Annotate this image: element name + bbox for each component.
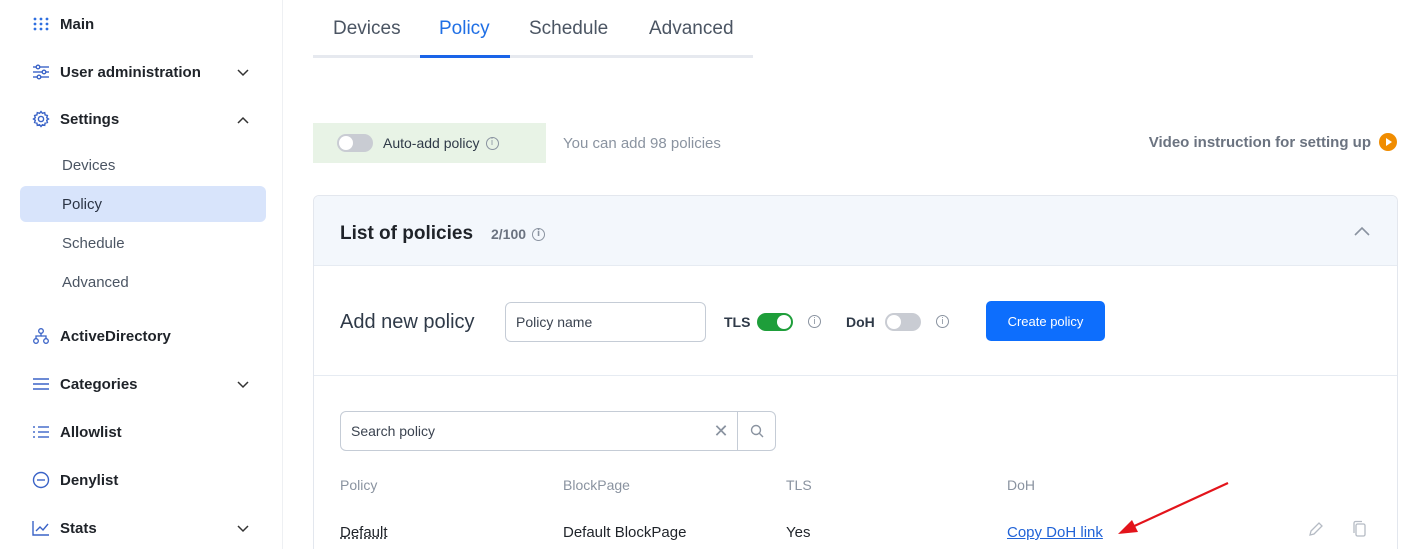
policies-card-header[interactable]: List of policies 2/100 i — [314, 196, 1397, 266]
sidebar-item-settings[interactable]: Settings — [32, 107, 119, 131]
policy-name-cell[interactable]: Default — [340, 524, 388, 541]
chevron-up-icon[interactable] — [236, 113, 250, 127]
sidebar-item-categories[interactable]: Categories — [32, 372, 138, 396]
info-icon[interactable]: i — [808, 315, 821, 328]
blockpage-cell: Default BlockPage — [563, 524, 687, 541]
menu-lines-icon — [32, 375, 50, 393]
policies-remaining-text: You can add 98 policies — [563, 135, 721, 152]
video-instruction-link[interactable]: Video instruction for setting up — [1149, 133, 1397, 151]
sidebar: Main User administration Settings Device… — [0, 0, 283, 549]
sliders-icon — [32, 63, 50, 81]
info-icon[interactable]: i — [936, 315, 949, 328]
policies-card: List of policies 2/100 i Add new policy … — [313, 195, 1398, 549]
sidebar-item-label: Categories — [60, 375, 138, 393]
auto-add-policy-toggle[interactable] — [337, 134, 373, 152]
policy-count: 2/100 i — [491, 226, 546, 242]
sidebar-subitem-schedule[interactable]: Schedule — [20, 225, 266, 261]
sidebar-item-user-administration[interactable]: User administration — [32, 60, 201, 84]
grid-dots-icon — [32, 15, 50, 33]
copy-icon[interactable] — [1350, 519, 1370, 539]
doh-toggle-wrap — [885, 313, 921, 331]
column-header-blockpage: BlockPage — [563, 477, 630, 493]
sidebar-item-stats[interactable]: Stats — [32, 516, 97, 540]
sidebar-item-label: Denylist — [60, 471, 119, 489]
sidebar-item-label: Allowlist — [60, 423, 122, 441]
chevron-down-icon[interactable] — [236, 378, 250, 392]
list-icon — [32, 423, 50, 441]
tls-cell: Yes — [786, 524, 811, 541]
search-input[interactable] — [341, 412, 711, 450]
active-tab-indicator — [420, 55, 510, 58]
tab-policy[interactable]: Policy — [439, 18, 490, 40]
policy-name-input[interactable] — [505, 302, 706, 342]
chevron-down-icon[interactable] — [236, 522, 250, 536]
search-button[interactable] — [737, 412, 775, 450]
tab-schedule[interactable]: Schedule — [529, 18, 608, 40]
sidebar-item-allowlist[interactable]: Allowlist — [32, 420, 122, 444]
search-icon — [750, 424, 763, 438]
sidebar-item-label: User administration — [60, 63, 201, 81]
policy-count-value: 2/100 — [491, 226, 527, 242]
chevron-up-icon[interactable] — [1353, 222, 1371, 240]
doh-toggle[interactable] — [885, 313, 921, 331]
sidebar-subitem-advanced[interactable]: Advanced — [20, 264, 266, 300]
sidebar-item-label: Settings — [60, 110, 120, 128]
hierarchy-icon — [32, 327, 50, 345]
tls-toggle[interactable] — [757, 313, 793, 331]
column-header-policy: Policy — [340, 477, 378, 493]
auto-add-policy-label: Auto-add policy — [383, 135, 480, 151]
gear-icon — [32, 110, 50, 128]
info-icon[interactable]: i — [485, 136, 499, 150]
edit-pencil-icon[interactable] — [1306, 519, 1326, 539]
info-icon[interactable]: i — [532, 227, 546, 241]
doh-label: DoH — [846, 314, 875, 330]
sidebar-item-label: Main — [60, 15, 95, 33]
auto-add-policy-panel: Auto-add policy i — [313, 123, 546, 163]
play-icon — [1379, 133, 1397, 151]
tabs-baseline — [313, 55, 753, 58]
sidebar-subitem-policy[interactable]: Policy — [20, 186, 266, 222]
sidebar-item-denylist[interactable]: Denylist — [32, 468, 118, 492]
close-icon[interactable]: ✕ — [711, 421, 731, 441]
minus-circle-icon — [32, 471, 50, 489]
create-policy-button[interactable]: Create policy — [986, 301, 1105, 341]
sidebar-item-label: Stats — [60, 519, 97, 537]
card-title: List of policies — [340, 223, 474, 244]
sidebar-item-main[interactable]: Main — [32, 12, 94, 36]
tab-advanced[interactable]: Advanced — [649, 18, 734, 40]
annotation-arrow — [1118, 482, 1229, 534]
sidebar-item-activedirectory[interactable]: ActiveDirectory — [32, 324, 171, 348]
settings-tabs: Devices Policy Schedule Advanced — [313, 14, 753, 58]
column-header-tls: TLS — [786, 477, 812, 493]
tls-label: TLS — [724, 314, 751, 330]
chevron-down-icon[interactable] — [236, 66, 250, 80]
sidebar-item-label: ActiveDirectory — [60, 327, 171, 345]
sidebar-subitem-devices[interactable]: Devices — [20, 147, 266, 183]
video-instruction-label: Video instruction for setting up — [1148, 133, 1371, 151]
copy-doh-link[interactable]: Copy DoH link — [1007, 524, 1103, 541]
add-new-policy-label: Add new policy — [340, 311, 475, 333]
chart-trend-icon — [32, 519, 50, 537]
policy-search: ✕ — [340, 411, 776, 451]
tab-devices[interactable]: Devices — [333, 18, 401, 40]
add-policy-row: Add new policy TLS i DoH i Create policy — [314, 266, 1397, 376]
column-header-doh: DoH — [1007, 477, 1036, 493]
